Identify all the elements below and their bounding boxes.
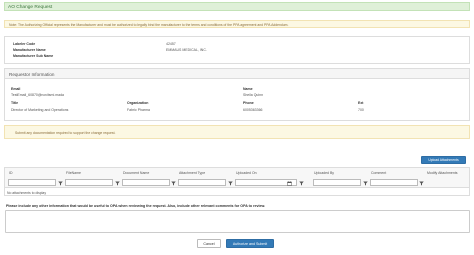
other-info-textarea[interactable] xyxy=(5,210,470,233)
column-header-filename[interactable]: FileName xyxy=(66,171,81,175)
authorize-and-submit-button[interactable]: Authorize and Submit xyxy=(226,239,274,248)
ext-value: 700 xyxy=(358,108,364,112)
column-header-uploaded-on[interactable]: Uploaded On xyxy=(236,171,257,175)
column-header-document-name[interactable]: Document Name xyxy=(123,171,149,175)
filename-filter-input[interactable] xyxy=(65,179,113,186)
attachment-type-filter-input[interactable] xyxy=(178,179,226,186)
notice-text: Note: The Authorizing Official represent… xyxy=(9,23,289,27)
funnel-icon[interactable] xyxy=(419,181,424,186)
labeler-code-value: 42457 xyxy=(166,42,176,46)
column-header-id[interactable]: ID xyxy=(9,171,13,175)
manufacturer-name-value: EMMAUS MEDICAL, INC. xyxy=(166,48,207,52)
upload-attachments-button[interactable]: Upload Attachments xyxy=(421,156,466,164)
organization-value: Fabric Pharma xyxy=(127,108,150,112)
funnel-icon[interactable] xyxy=(115,181,120,186)
page-title: AO Change Request xyxy=(8,4,53,10)
uploaded-by-filter-input[interactable] xyxy=(313,179,361,186)
requestor-section-title: Requestor Information xyxy=(9,72,55,77)
ext-label: Ext xyxy=(358,101,364,105)
column-header-comment[interactable]: Comment xyxy=(371,171,386,175)
authorization-notice: Note: The Authorizing Official represent… xyxy=(4,20,470,28)
funnel-icon[interactable] xyxy=(171,181,176,186)
email-label: Email xyxy=(11,87,21,91)
title-value: Director of Marketing and Operations xyxy=(11,108,69,112)
manufacturer-info-panel: Labeler Code 42457 Manufacturer Name EMM… xyxy=(4,36,470,64)
attachments-grid: ID FileName Document Name Attachment Typ… xyxy=(4,167,470,196)
funnel-icon[interactable] xyxy=(299,181,304,186)
phone-label: Phone xyxy=(243,101,254,105)
column-header-uploaded-by[interactable]: Uploaded By xyxy=(314,171,334,175)
attachments-grid-header: ID FileName Document Name Attachment Typ… xyxy=(5,168,469,188)
requestor-name-label: Name xyxy=(243,87,253,91)
organization-label: Organization xyxy=(127,101,149,105)
funnel-icon[interactable] xyxy=(363,181,368,186)
column-header-modify-attachments: Modify Attachments xyxy=(427,171,458,175)
funnel-icon[interactable] xyxy=(228,181,233,186)
cancel-button[interactable]: Cancel xyxy=(197,239,221,248)
funnel-icon[interactable] xyxy=(58,181,63,186)
id-filter-input[interactable] xyxy=(8,179,56,186)
labeler-code-label: Labeler Code xyxy=(13,42,36,46)
document-name-filter-input[interactable] xyxy=(122,179,170,186)
comment-filter-input[interactable] xyxy=(370,179,418,186)
no-attachments-message: No attachments to display xyxy=(7,190,47,195)
title-label: Title xyxy=(11,101,19,105)
other-info-label: Please include any other information tha… xyxy=(6,204,266,208)
manufacturer-sub-name-label: Manufacturer Sub Name xyxy=(13,54,54,58)
column-header-attachment-type[interactable]: Attachment Type xyxy=(179,171,205,175)
page-header: AO Change Request xyxy=(4,2,470,11)
documentation-notice-text: Submit any documentation required to sup… xyxy=(15,130,116,135)
calendar-icon[interactable] xyxy=(287,180,292,186)
requestor-info-panel: Email TestEmail_60870@novitsmi.mada Name… xyxy=(4,79,470,121)
phone-value: 6005363366 xyxy=(243,108,263,112)
requestor-section-header: Requestor Information xyxy=(4,68,470,79)
manufacturer-name-label: Manufacturer Name xyxy=(13,48,46,52)
documentation-notice: Submit any documentation required to sup… xyxy=(4,125,470,139)
email-value: TestEmail_60870@novitsmi.mada xyxy=(11,93,64,97)
requestor-name-value: Sheila Quinn xyxy=(243,93,264,97)
